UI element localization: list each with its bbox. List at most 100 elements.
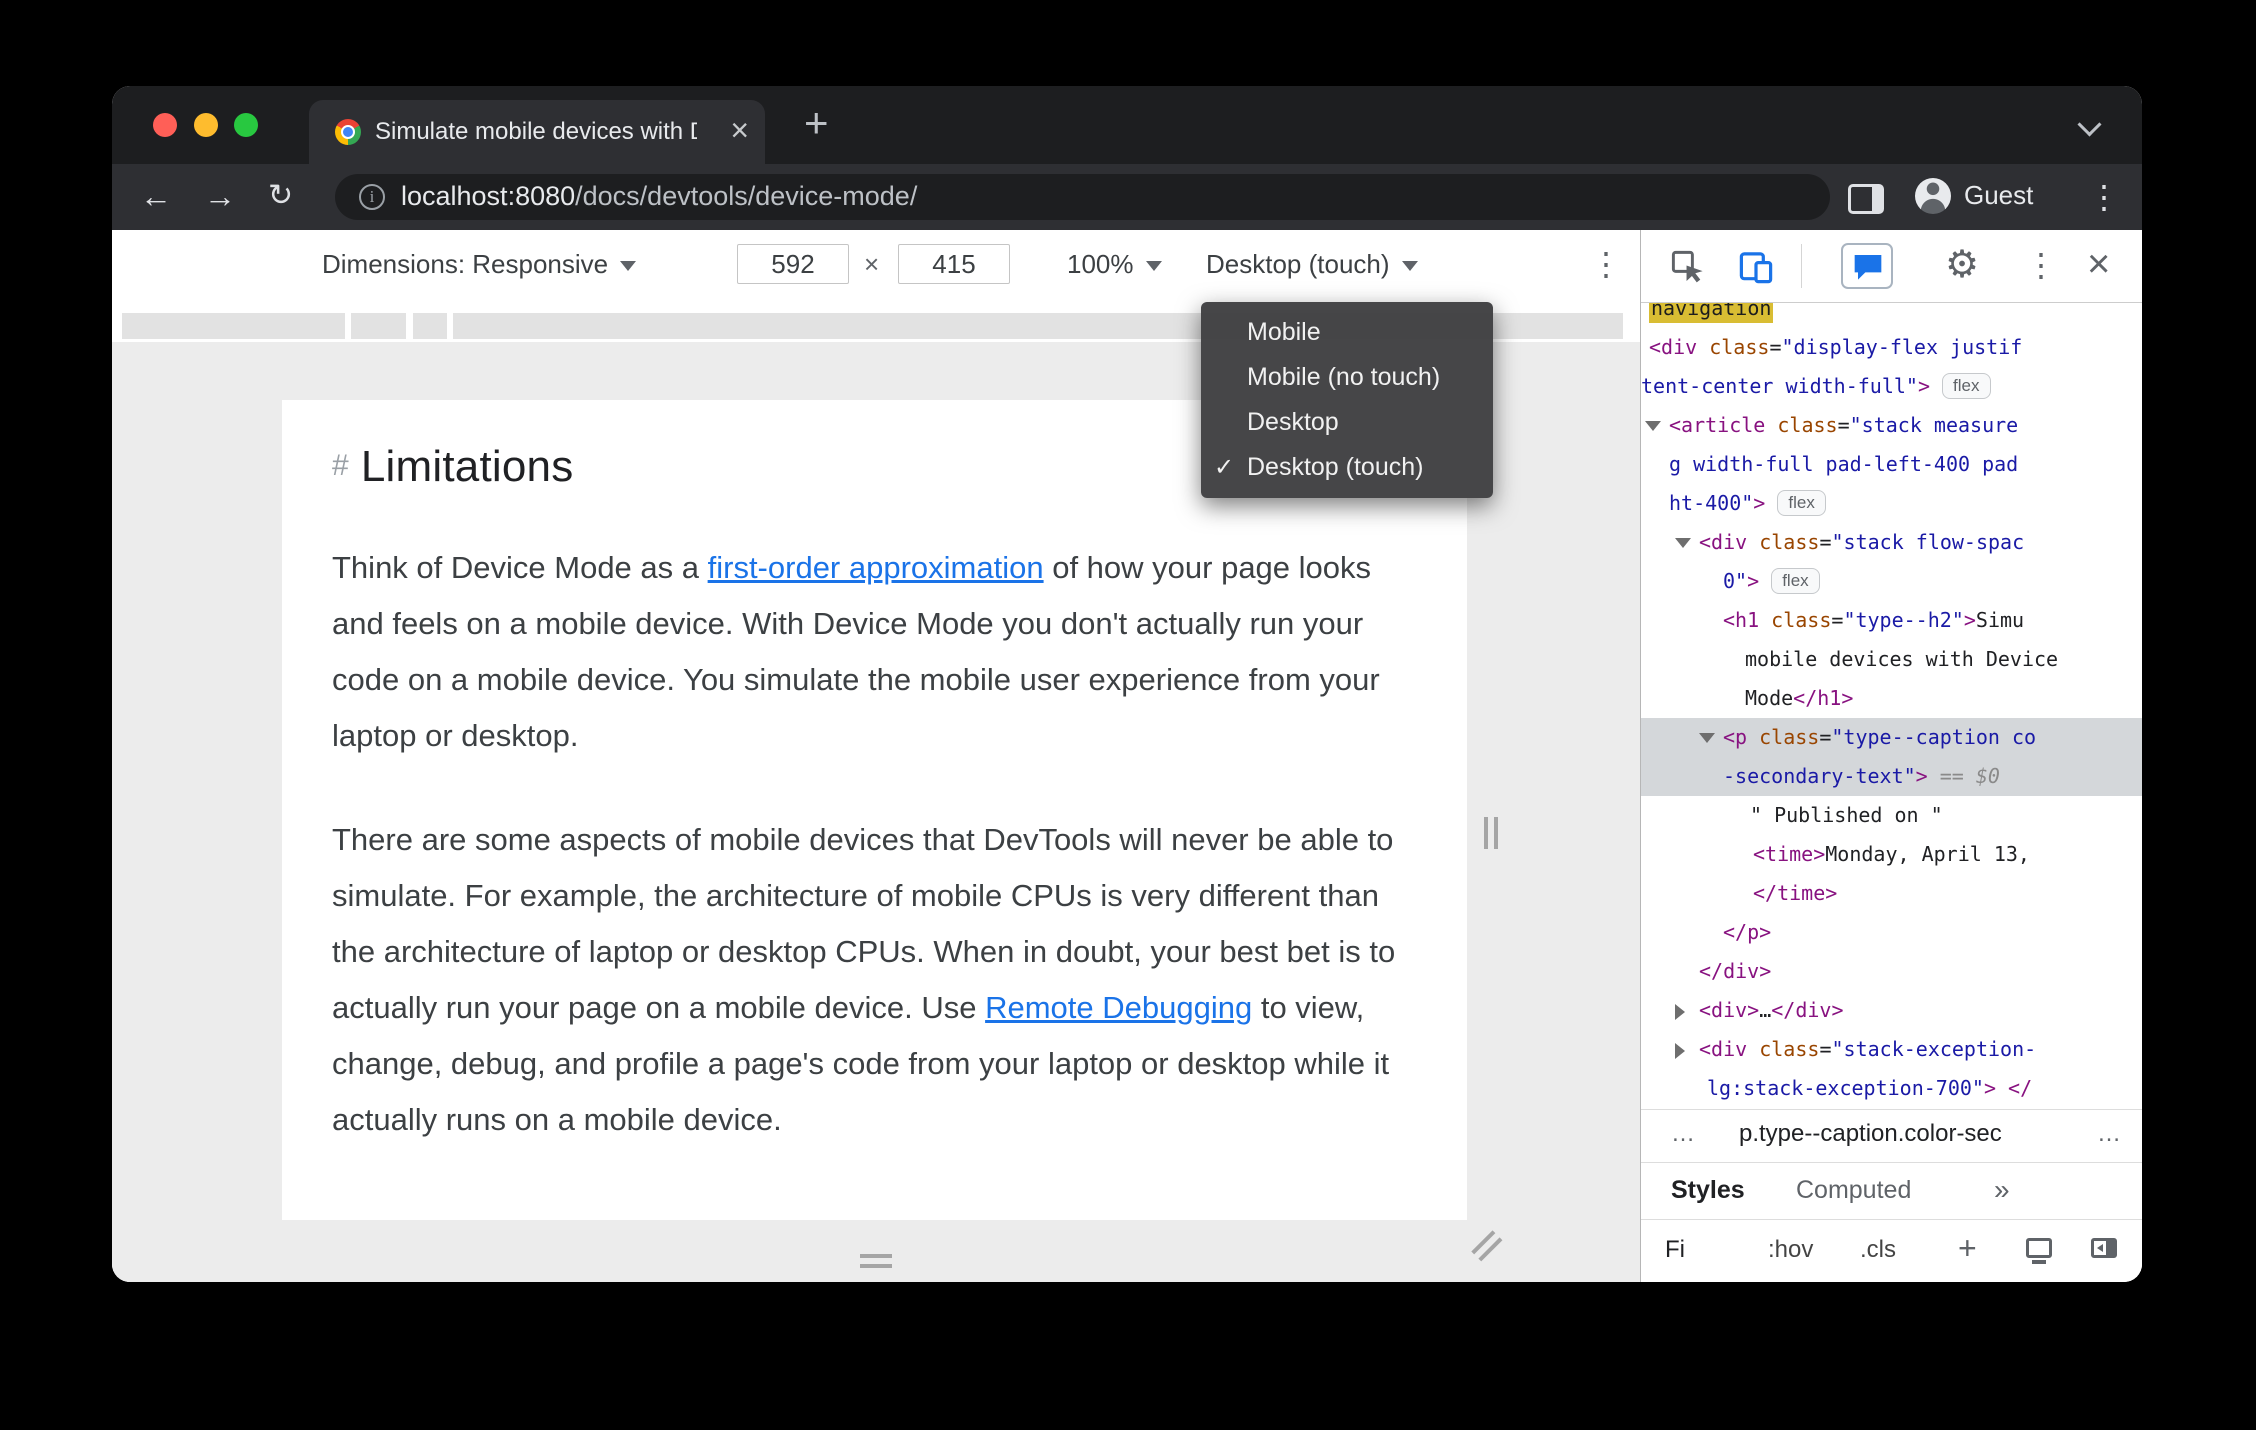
dom-tree-line[interactable]: <p class="type--caption co: [1641, 718, 2142, 757]
expand-arrow-icon[interactable]: [1675, 1043, 1685, 1059]
code-token: g width-full pad-left-400 pad: [1669, 452, 2019, 476]
browser-window: Simulate mobile devices with D × + ← → ↻…: [112, 86, 2142, 1282]
tab-search-chevron-icon[interactable]: [2077, 112, 2102, 137]
dom-tree-line[interactable]: <div class="stack-exception-: [1641, 1030, 2142, 1069]
paragraph: Think of Device Mode as a first-order ap…: [332, 540, 1424, 764]
avatar[interactable]: [1915, 178, 1951, 214]
code-token: </div>: [1771, 998, 1844, 1022]
dom-tree-line[interactable]: mobile devices with Device: [1641, 640, 2142, 679]
code-token: <div>: [1699, 998, 1760, 1022]
viewport-resize-handle-corner[interactable]: [1471, 1230, 1506, 1265]
flex-badge[interactable]: flex: [1771, 568, 1820, 594]
browser-tab[interactable]: Simulate mobile devices with D ×: [309, 100, 765, 164]
dom-tree-line[interactable]: g width-full pad-left-400 pad: [1641, 445, 2142, 484]
menu-item-label: Desktop: [1247, 408, 1339, 436]
side-panel-icon[interactable]: [1848, 184, 1884, 214]
dimensions-select[interactable]: Dimensions: Responsive: [322, 249, 637, 280]
close-window-button[interactable]: [153, 113, 177, 137]
reload-icon[interactable]: ↻: [268, 174, 293, 218]
new-style-rule-button[interactable]: +: [1958, 1230, 1977, 1267]
tabs-overflow-icon[interactable]: »: [1994, 1174, 2010, 1206]
dom-tree-line[interactable]: tent-center width-full"> flex: [1641, 367, 2142, 406]
dom-tree-line[interactable]: <div>…</div>: [1641, 991, 2142, 1030]
code-token: <p: [1723, 725, 1760, 749]
dom-tree-line[interactable]: </div>: [1641, 952, 2142, 991]
tab-computed[interactable]: Computed: [1796, 1176, 1911, 1205]
dom-tree-line[interactable]: 0"> flex: [1641, 562, 2142, 601]
device-toolbar-icon[interactable]: [1737, 248, 1775, 286]
breadcrumb-overflow[interactable]: …: [1671, 1120, 1695, 1148]
element-classes-button[interactable]: .cls: [1860, 1236, 1896, 1264]
width-input[interactable]: [737, 244, 849, 284]
url-bar[interactable]: i localhost:8080/docs/devtools/device-mo…: [335, 174, 1830, 220]
dom-tree-line[interactable]: ht-400"> flex: [1641, 484, 2142, 523]
menu-item-mobile-no-touch[interactable]: Mobile (no touch): [1201, 355, 1493, 400]
code-token: Simu: [1975, 608, 2025, 632]
expand-arrow-icon[interactable]: [1675, 1004, 1685, 1020]
minimize-window-button[interactable]: [194, 113, 218, 137]
code-token: <div: [1699, 1037, 1760, 1061]
new-tab-button[interactable]: +: [804, 99, 829, 147]
dom-tree-line[interactable]: Mode</h1>: [1641, 679, 2142, 718]
menu-item-desktop-touch[interactable]: ✓ Desktop (touch): [1201, 445, 1493, 490]
code-token: <article: [1669, 413, 1778, 437]
forward-icon[interactable]: →: [204, 174, 236, 218]
site-info-icon[interactable]: i: [359, 184, 385, 210]
collapse-arrow-icon[interactable]: [1645, 421, 1661, 431]
styles-filter-input[interactable]: Fi: [1665, 1236, 1685, 1264]
dom-tree-line[interactable]: <article class="stack measure: [1641, 406, 2142, 445]
code-token: lg:stack-exception-700": [1707, 1076, 1984, 1100]
back-icon[interactable]: ←: [140, 174, 172, 218]
code-token: ht-400": [1669, 491, 1754, 515]
rendering-emulation-icon[interactable]: [2026, 1238, 2052, 1264]
breadcrumb-selected-node[interactable]: p.type--caption.color-sec: [1739, 1120, 2002, 1148]
dom-tree-line[interactable]: <div class="stack flow-spac: [1641, 523, 2142, 562]
breadcrumb-overflow[interactable]: …: [2097, 1120, 2121, 1148]
tab-close-icon[interactable]: ×: [730, 112, 749, 148]
code-token: =: [1837, 413, 1850, 437]
dom-tree-line[interactable]: </time>: [1641, 874, 2142, 913]
feedback-chat-button[interactable]: [1841, 243, 1893, 289]
dom-tree-line[interactable]: lg:stack-exception-700"> </: [1641, 1069, 2142, 1108]
url-path: /docs/devtools/device-mode/: [575, 181, 918, 211]
dom-tree-line[interactable]: navigation: [1641, 303, 2142, 328]
dom-tree-line[interactable]: " Published on ": [1641, 796, 2142, 835]
code-token: <h1: [1723, 608, 1772, 632]
menu-item-mobile[interactable]: Mobile: [1201, 310, 1493, 355]
dimensions-separator: ×: [864, 249, 880, 279]
viewport-resize-handle-bottom[interactable]: [860, 1254, 892, 1274]
device-type-select[interactable]: Desktop (touch): [1206, 249, 1418, 280]
collapse-arrow-icon[interactable]: [1699, 733, 1715, 743]
settings-gear-icon[interactable]: ⚙: [1945, 243, 1979, 287]
browser-menu-icon[interactable]: ⋮: [2088, 176, 2120, 218]
dom-tree-line[interactable]: <h1 class="type--h2">Simu: [1641, 601, 2142, 640]
device-toolbar-menu-icon[interactable]: ⋮: [1590, 245, 1622, 283]
zoom-select[interactable]: 100%: [1067, 249, 1162, 280]
menu-item-label: Desktop (touch): [1247, 453, 1424, 481]
code-token: "display-flex justif: [1781, 335, 2023, 359]
inline-link[interactable]: Remote Debugging: [985, 990, 1252, 1025]
dom-tree-line[interactable]: </p>: [1641, 913, 2142, 952]
height-input[interactable]: [898, 244, 1010, 284]
sidebar-toggle-icon[interactable]: [2091, 1238, 2117, 1258]
tab-styles[interactable]: Styles: [1671, 1176, 1745, 1205]
code-token: …: [1759, 998, 1772, 1022]
menu-item-desktop[interactable]: Desktop: [1201, 400, 1493, 445]
anchor-hash[interactable]: #: [332, 449, 349, 482]
viewport-resize-handle-right[interactable]: [1484, 817, 1504, 854]
dom-tree-line[interactable]: <time>Monday, April 13,: [1641, 835, 2142, 874]
collapse-arrow-icon[interactable]: [1675, 538, 1691, 548]
dom-tree-line[interactable]: -secondary-text"> == $0: [1641, 757, 2142, 796]
toggle-element-state-button[interactable]: :hov: [1768, 1236, 1813, 1264]
inline-link[interactable]: first-order approximation: [708, 550, 1044, 585]
devtools-close-icon[interactable]: ×: [2087, 239, 2110, 289]
flex-badge[interactable]: flex: [1777, 490, 1826, 516]
code-token: class: [1759, 1037, 1820, 1061]
devtools-menu-icon[interactable]: ⋮: [2025, 244, 2057, 286]
flex-badge[interactable]: flex: [1942, 373, 1991, 399]
maximize-window-button[interactable]: [234, 113, 258, 137]
code-token: </time>: [1753, 881, 1838, 905]
inspect-icon[interactable]: [1669, 248, 1707, 286]
dom-tree-line[interactable]: <div class="display-flex justif: [1641, 328, 2142, 367]
